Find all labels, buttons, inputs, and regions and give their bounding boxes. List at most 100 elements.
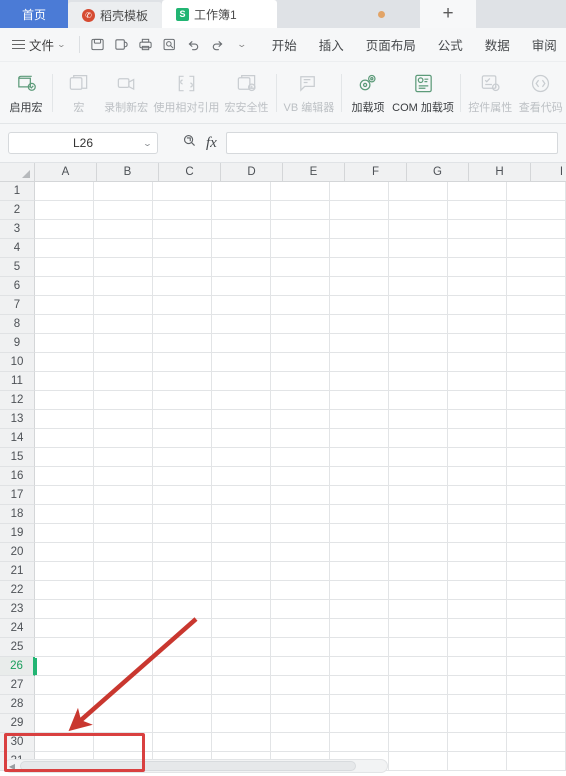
cell-E14[interactable] xyxy=(271,429,330,448)
cell-C5[interactable] xyxy=(153,258,212,277)
cell-B21[interactable] xyxy=(94,562,153,581)
cell-D25[interactable] xyxy=(212,638,271,657)
table-row[interactable] xyxy=(35,695,566,714)
cell-A26[interactable] xyxy=(35,657,94,676)
cell-G6[interactable] xyxy=(389,277,448,296)
cell-D26[interactable] xyxy=(212,657,271,676)
cell-B4[interactable] xyxy=(94,239,153,258)
table-row[interactable] xyxy=(35,657,566,676)
table-row[interactable] xyxy=(35,638,566,657)
cell-E27[interactable] xyxy=(271,676,330,695)
cell-I16[interactable] xyxy=(507,467,566,486)
cell-E2[interactable] xyxy=(271,201,330,220)
cell-I3[interactable] xyxy=(507,220,566,239)
cell-C30[interactable] xyxy=(153,733,212,752)
cell-E18[interactable] xyxy=(271,505,330,524)
table-row[interactable] xyxy=(35,448,566,467)
row-header-7[interactable]: 7 xyxy=(0,296,35,315)
cell-E29[interactable] xyxy=(271,714,330,733)
table-row[interactable] xyxy=(35,201,566,220)
cell-E21[interactable] xyxy=(271,562,330,581)
table-row[interactable] xyxy=(35,258,566,277)
cell-G24[interactable] xyxy=(389,619,448,638)
file-menu-button[interactable]: 文件 ⌄ xyxy=(0,35,73,54)
cell-E13[interactable] xyxy=(271,410,330,429)
cell-F12[interactable] xyxy=(330,391,389,410)
cell-G22[interactable] xyxy=(389,581,448,600)
column-header-f[interactable]: F xyxy=(345,163,407,182)
cell-C28[interactable] xyxy=(153,695,212,714)
cell-H7[interactable] xyxy=(448,296,507,315)
cell-C29[interactable] xyxy=(153,714,212,733)
cell-E1[interactable] xyxy=(271,182,330,201)
new-tab-button[interactable]: + xyxy=(420,0,476,28)
table-row[interactable] xyxy=(35,562,566,581)
cell-H6[interactable] xyxy=(448,277,507,296)
cell-G2[interactable] xyxy=(389,201,448,220)
cell-F17[interactable] xyxy=(330,486,389,505)
cell-C23[interactable] xyxy=(153,600,212,619)
cell-F6[interactable] xyxy=(330,277,389,296)
cell-H1[interactable] xyxy=(448,182,507,201)
column-header-c[interactable]: C xyxy=(159,163,221,182)
cell-B19[interactable] xyxy=(94,524,153,543)
redo-icon[interactable] xyxy=(206,33,230,57)
cell-A23[interactable] xyxy=(35,600,94,619)
cell-D5[interactable] xyxy=(212,258,271,277)
table-row[interactable] xyxy=(35,714,566,733)
cell-H29[interactable] xyxy=(448,714,507,733)
table-row[interactable] xyxy=(35,239,566,258)
cell-D23[interactable] xyxy=(212,600,271,619)
cell-A9[interactable] xyxy=(35,334,94,353)
cell-I26[interactable] xyxy=(507,657,566,676)
cell-C22[interactable] xyxy=(153,581,212,600)
table-row[interactable] xyxy=(35,410,566,429)
cell-G30[interactable] xyxy=(389,733,448,752)
cell-G10[interactable] xyxy=(389,353,448,372)
cell-D6[interactable] xyxy=(212,277,271,296)
ribbon-com-addins[interactable]: COM 加载项 xyxy=(390,65,456,121)
cell-G25[interactable] xyxy=(389,638,448,657)
cell-C8[interactable] xyxy=(153,315,212,334)
cell-C26[interactable] xyxy=(153,657,212,676)
cell-I25[interactable] xyxy=(507,638,566,657)
cell-I1[interactable] xyxy=(507,182,566,201)
cell-H15[interactable] xyxy=(448,448,507,467)
cell-D4[interactable] xyxy=(212,239,271,258)
cell-A24[interactable] xyxy=(35,619,94,638)
cell-I22[interactable] xyxy=(507,581,566,600)
row-header-21[interactable]: 21 xyxy=(0,562,35,581)
cell-B1[interactable] xyxy=(94,182,153,201)
row-header-18[interactable]: 18 xyxy=(0,505,35,524)
cell-A18[interactable] xyxy=(35,505,94,524)
cell-H8[interactable] xyxy=(448,315,507,334)
cell-I7[interactable] xyxy=(507,296,566,315)
ribbon-tab-insert[interactable]: 插入 xyxy=(319,35,344,54)
cell-A25[interactable] xyxy=(35,638,94,657)
column-header-g[interactable]: G xyxy=(407,163,469,182)
cell-D9[interactable] xyxy=(212,334,271,353)
cell-B17[interactable] xyxy=(94,486,153,505)
cell-F22[interactable] xyxy=(330,581,389,600)
spreadsheet-grid[interactable]: ABCDEFGHI 1 2 3 4 5 6 7 8 9 10 11 12 13 14 15 16 17 18 19 2… xyxy=(0,163,566,776)
cell-A29[interactable] xyxy=(35,714,94,733)
cell-B20[interactable] xyxy=(94,543,153,562)
cell-B24[interactable] xyxy=(94,619,153,638)
cell-E25[interactable] xyxy=(271,638,330,657)
table-row[interactable] xyxy=(35,334,566,353)
cell-I12[interactable] xyxy=(507,391,566,410)
cell-A28[interactable] xyxy=(35,695,94,714)
cell-A15[interactable] xyxy=(35,448,94,467)
cell-E5[interactable] xyxy=(271,258,330,277)
cell-I20[interactable] xyxy=(507,543,566,562)
ribbon-macro-security[interactable]: 宏安全性 xyxy=(221,65,272,121)
cell-H14[interactable] xyxy=(448,429,507,448)
cell-E22[interactable] xyxy=(271,581,330,600)
cell-I15[interactable] xyxy=(507,448,566,467)
cell-I29[interactable] xyxy=(507,714,566,733)
cell-F10[interactable] xyxy=(330,353,389,372)
cell-I18[interactable] xyxy=(507,505,566,524)
row-header-8[interactable]: 8 xyxy=(0,315,35,334)
cell-H17[interactable] xyxy=(448,486,507,505)
chevron-down-icon[interactable]: ⌄ xyxy=(143,139,153,148)
